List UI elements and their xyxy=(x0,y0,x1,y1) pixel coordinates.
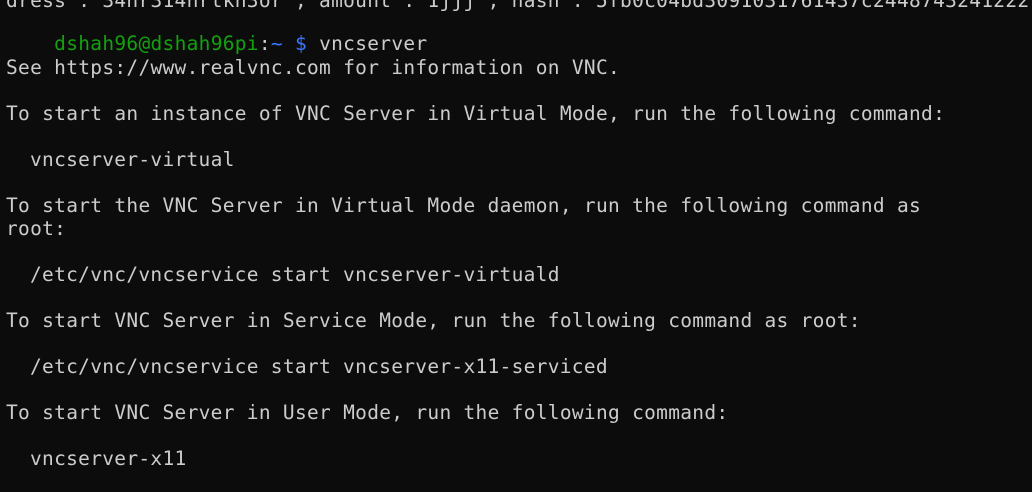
output-daemon-heading: To start the VNC Server in Virtual Mode … xyxy=(6,194,922,217)
output-daemon-heading-cont: root: xyxy=(6,217,67,240)
output-daemon-command: /etc/vnc/vncservice start vncserver-virt… xyxy=(30,263,560,286)
prompt-path: ~ xyxy=(270,32,283,55)
output-user-command: vncserver-x11 xyxy=(30,447,187,470)
output-virtual-heading: To start an instance of VNC Server in Vi… xyxy=(6,102,946,125)
output-user-heading: To start VNC Server in User Mode, run th… xyxy=(6,401,729,424)
prompt-symbol: $ xyxy=(295,32,308,55)
output-service-heading: To start VNC Server in Service Mode, run… xyxy=(6,309,861,332)
prompt-user-host: dshah96@dshah96pi xyxy=(54,32,259,55)
prompt-separator: : xyxy=(258,32,271,55)
output-service-command: /etc/vnc/vncservice start vncserver-x11-… xyxy=(30,355,608,378)
output-virtual-command: vncserver-virtual xyxy=(30,148,235,171)
terminal-window[interactable]: dress":"34nr314nrtkn3or","amount":"1jjj"… xyxy=(0,0,1032,492)
shell-prompt-line: dshah96@dshah96pi:~ $ vncserver xyxy=(6,9,427,55)
output-info-line: See https://www.realvnc.com for informat… xyxy=(6,56,621,79)
prompt-command: vncserver xyxy=(319,32,428,55)
